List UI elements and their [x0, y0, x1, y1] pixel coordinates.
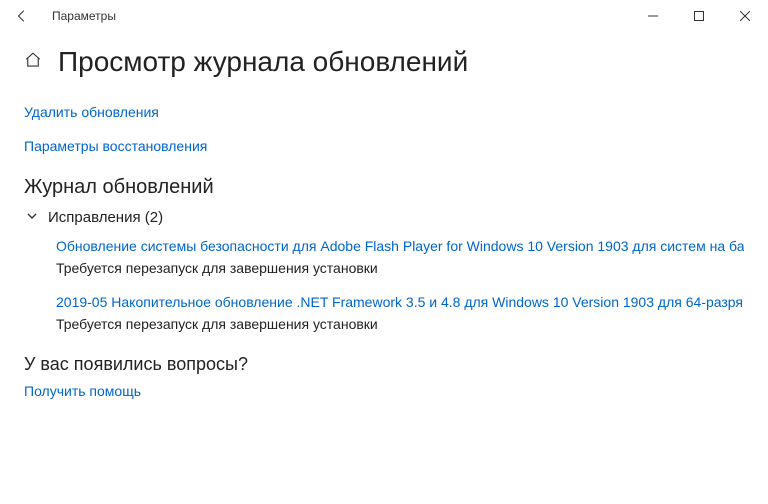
history-section-title: Журнал обновлений: [24, 176, 744, 199]
home-icon[interactable]: [24, 51, 42, 74]
maximize-button[interactable]: [676, 0, 722, 32]
fixes-group-toggle[interactable]: Исправления (2): [24, 209, 744, 226]
window-controls: [630, 0, 768, 32]
update-title-link[interactable]: Обновление системы безопасности для Adob…: [56, 238, 744, 254]
close-button[interactable]: [722, 0, 768, 32]
update-status: Требуется перезапуск для завершения уста…: [56, 260, 744, 276]
page-title: Просмотр журнала обновлений: [58, 46, 468, 78]
back-button[interactable]: [8, 2, 36, 30]
update-title-link[interactable]: 2019-05 Накопительное обновление .NET Fr…: [56, 294, 744, 310]
recovery-options-link[interactable]: Параметры восстановления: [24, 138, 744, 154]
titlebar: Параметры: [0, 0, 768, 32]
update-item: Обновление системы безопасности для Adob…: [24, 238, 744, 276]
delete-updates-link[interactable]: Удалить обновления: [24, 104, 744, 120]
window-title: Параметры: [52, 9, 116, 23]
fixes-group-label: Исправления (2): [48, 209, 163, 226]
update-status: Требуется перезапуск для завершения уста…: [56, 316, 744, 332]
chevron-down-icon: [26, 210, 38, 225]
get-help-link[interactable]: Получить помощь: [24, 383, 141, 399]
help-title: У вас появились вопросы?: [24, 354, 744, 375]
minimize-button[interactable]: [630, 0, 676, 32]
help-section: У вас появились вопросы? Получить помощь: [24, 354, 744, 401]
heading-row: Просмотр журнала обновлений: [24, 46, 744, 78]
content: Просмотр журнала обновлений Удалить обно…: [0, 32, 768, 401]
update-item: 2019-05 Накопительное обновление .NET Fr…: [24, 294, 744, 332]
